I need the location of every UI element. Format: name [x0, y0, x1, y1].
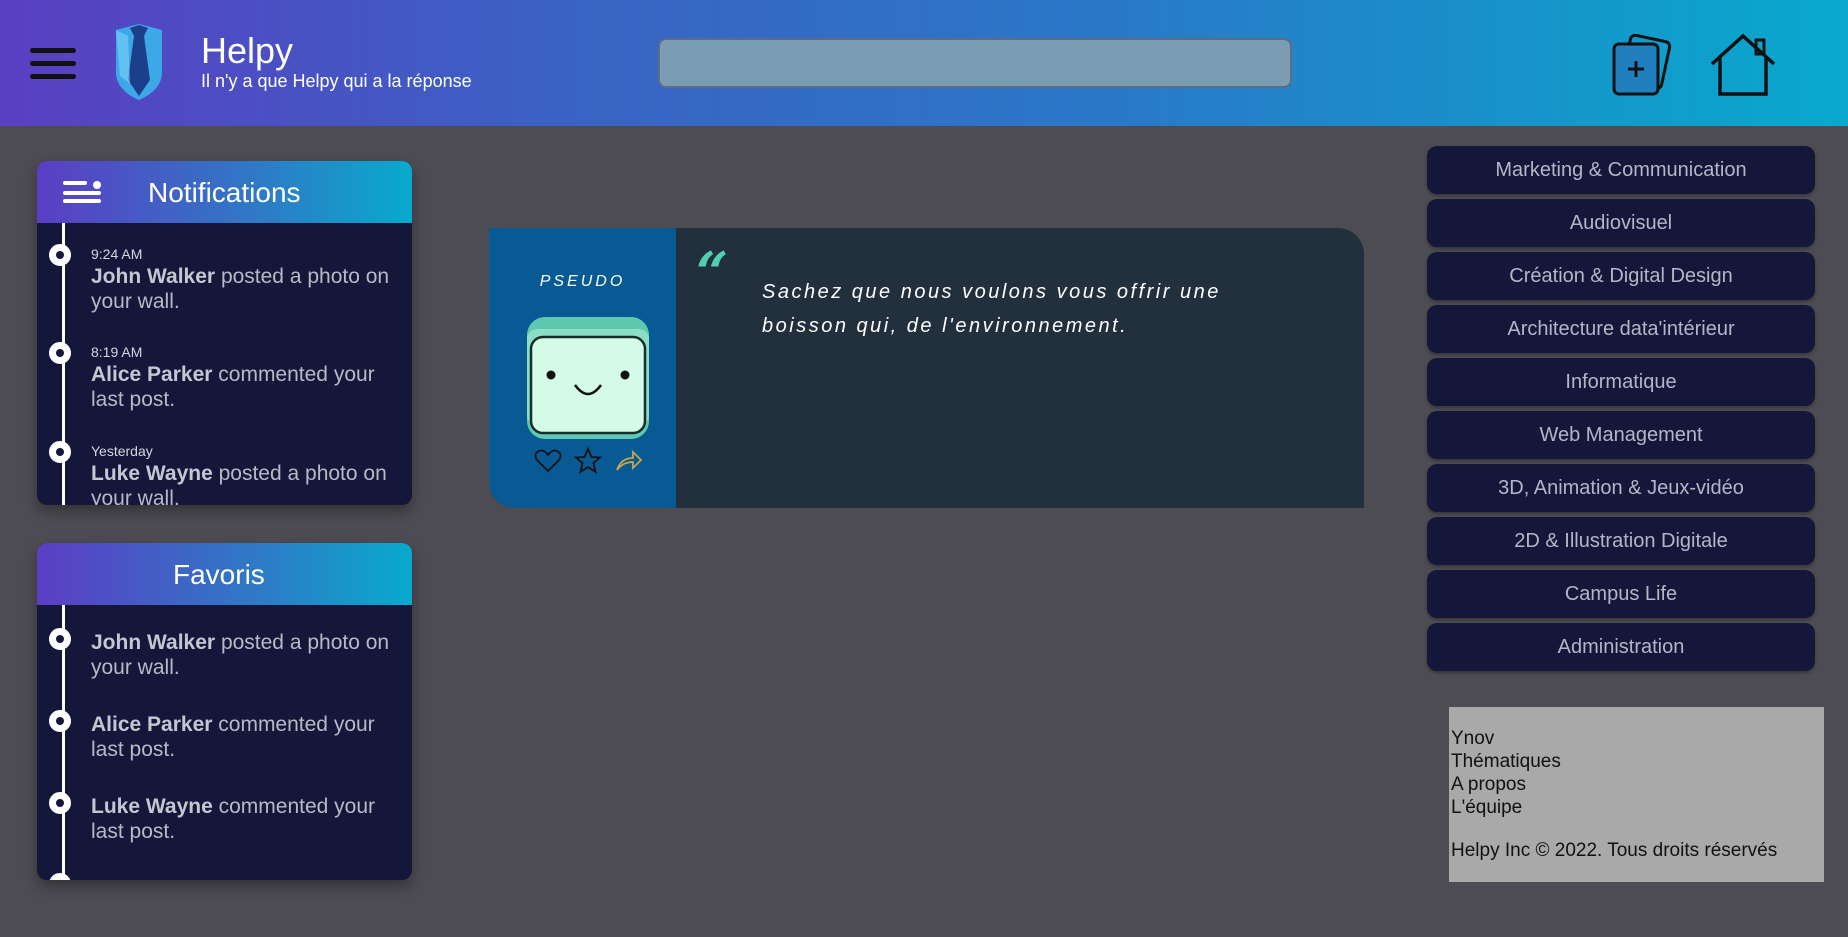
- category-list: Marketing & Communication Audiovisuel Cr…: [1427, 146, 1815, 676]
- timeline-bullet-icon: [49, 873, 71, 880]
- list-item[interactable]: John Walker posted a photo on your wall.: [49, 628, 391, 680]
- notifications-panel: Notifications 9:24 AM John Walker posted…: [37, 161, 412, 505]
- item-time: 8:19 AM: [91, 344, 143, 360]
- timeline-bullet-icon: [49, 628, 71, 650]
- category-button[interactable]: Architecture data'intérieur: [1427, 305, 1815, 353]
- timeline-bullet-icon: [49, 710, 71, 732]
- list-item[interactable]: 8:19 AM Alice Parker commented your last…: [49, 342, 391, 412]
- footer-link-thematiques[interactable]: Thématiques: [1451, 750, 1561, 773]
- header-bar: Helpy Il n'y a que Helpy qui a la répons…: [0, 0, 1848, 126]
- star-icon[interactable]: [573, 446, 603, 476]
- category-button[interactable]: 3D, Animation & Jeux-vidéo: [1427, 464, 1815, 512]
- category-button[interactable]: Marketing & Communication: [1427, 146, 1815, 194]
- footer-links: Ynov Thématiques A propos L'équipe: [1451, 727, 1561, 819]
- share-icon[interactable]: [613, 446, 643, 476]
- post-author-column: PSEUDO: [489, 228, 676, 508]
- category-button[interactable]: Administration: [1427, 623, 1815, 671]
- item-time: Yesterday: [91, 443, 153, 459]
- timeline-bullet-icon: [49, 441, 71, 463]
- item-name: John Walker: [91, 265, 216, 288]
- post-pseudo[interactable]: PSEUDO: [489, 273, 676, 291]
- notifications-title: Notifications: [148, 177, 301, 208]
- timeline-bullet-icon: [49, 792, 71, 814]
- footer-link-a-propos[interactable]: A propos: [1451, 773, 1561, 796]
- category-button[interactable]: Web Management: [1427, 411, 1815, 459]
- category-button[interactable]: 2D & Illustration Digitale: [1427, 517, 1815, 565]
- footer-box: Ynov Thématiques A propos L'équipe Helpy…: [1449, 707, 1824, 882]
- item-name: John Walker: [91, 631, 216, 654]
- app-subtitle: Il n'y a que Helpy qui a la réponse: [201, 71, 472, 91]
- list-item[interactable]: Luke Wayne commented your last post.: [49, 792, 391, 844]
- post-card: PSEUDO “ Sachez que nous voulons vous of…: [489, 228, 1364, 508]
- category-button[interactable]: Campus Life: [1427, 570, 1815, 618]
- timeline-bullet-icon: [49, 342, 71, 364]
- search-input[interactable]: [658, 38, 1292, 88]
- avatar[interactable]: [525, 315, 651, 441]
- tie-shield-logo: [116, 24, 162, 100]
- item-name: Alice Parker: [91, 713, 213, 736]
- post-actions: [533, 446, 643, 476]
- heart-icon[interactable]: [533, 446, 563, 476]
- list-item[interactable]: 9:24 AM John Walker posted a photo on yo…: [49, 244, 391, 314]
- add-card-icon[interactable]: [1608, 34, 1674, 98]
- item-name: Alice Parker: [91, 363, 213, 386]
- favoris-panel: Favoris John Walker posted a photo on yo…: [37, 543, 412, 880]
- app-title: Helpy: [201, 30, 294, 71]
- notifications-header: Notifications: [37, 161, 412, 223]
- timeline-bullet-icon: [49, 244, 71, 266]
- category-button[interactable]: Création & Digital Design: [1427, 252, 1815, 300]
- item-name: Luke Wayne: [91, 795, 213, 818]
- category-button[interactable]: Audiovisuel: [1427, 199, 1815, 247]
- favoris-title: Favoris: [173, 559, 265, 590]
- list-item[interactable]: Alice Parker commented your last post.: [49, 710, 391, 762]
- item-name: Luke Wayne: [91, 462, 213, 485]
- item-time: 9:24 AM: [91, 246, 143, 262]
- list-item[interactable]: Yesterday Luke Wayne posted a photo on y…: [49, 441, 391, 505]
- favoris-header: Favoris: [37, 543, 412, 605]
- quote-mark-icon: “: [696, 240, 729, 306]
- post-text: Sachez que nous voulons vous offrir une …: [762, 281, 1221, 337]
- category-button[interactable]: Informatique: [1427, 358, 1815, 406]
- notifications-icon[interactable]: [63, 181, 101, 203]
- footer-copyright: Helpy Inc © 2022. Tous droits réservés: [1451, 840, 1778, 861]
- hamburger-menu-icon[interactable]: [30, 48, 76, 82]
- footer-link-ynov[interactable]: Ynov: [1451, 727, 1561, 750]
- home-icon[interactable]: [1708, 32, 1778, 98]
- footer-link-equipe[interactable]: L'équipe: [1451, 796, 1561, 819]
